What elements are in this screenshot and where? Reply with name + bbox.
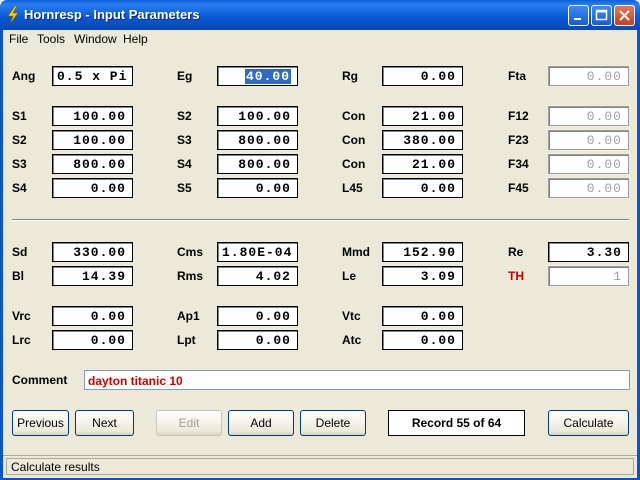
f23-label: F23: [508, 133, 529, 147]
vtc-field[interactable]: 0.00: [382, 306, 463, 326]
vtc-label: Vtc: [342, 309, 361, 323]
ang-field[interactable]: 0.5 x Pi: [52, 66, 133, 86]
l45-field[interactable]: 0.00: [382, 178, 463, 198]
s1-field[interactable]: 100.00: [52, 106, 133, 126]
title-bar: Hornresp - Input Parameters: [0, 0, 640, 30]
lightning-icon: [7, 6, 19, 24]
f45-field: 0.00: [548, 178, 629, 198]
eg-field[interactable]: 40.00: [217, 66, 298, 86]
window-title: Hornresp - Input Parameters: [24, 7, 200, 22]
maximize-button[interactable]: [591, 5, 612, 26]
rms-label: Rms: [177, 269, 204, 283]
s5-field[interactable]: 0.00: [217, 178, 298, 198]
rms-field[interactable]: 4.02: [217, 266, 298, 286]
con3-field[interactable]: 21.00: [382, 154, 463, 174]
f34-field: 0.00: [548, 154, 629, 174]
mmd-field[interactable]: 152.90: [382, 242, 463, 262]
eg-value: 40.00: [244, 69, 291, 84]
th-label: TH: [508, 269, 524, 283]
s2b-label: S2: [12, 133, 27, 147]
comment-field[interactable]: dayton titanic 10: [84, 370, 630, 390]
s3b-label: S3: [12, 157, 27, 171]
record-indicator: Record 55 of 64: [388, 410, 525, 436]
atc-field[interactable]: 0.00: [382, 330, 463, 350]
le-label: Le: [342, 269, 357, 283]
fta-label: Fta: [508, 69, 526, 83]
lpt-label: Lpt: [177, 333, 196, 347]
s2-label: S2: [177, 109, 192, 123]
con1-label: Con: [342, 109, 366, 123]
close-button[interactable]: [614, 5, 635, 26]
atc-label: Atc: [342, 333, 362, 347]
s1-label: S1: [12, 109, 27, 123]
minimize-icon: [574, 18, 581, 20]
menu-window[interactable]: Window: [74, 32, 117, 46]
status-bar: Calculate results: [3, 455, 637, 478]
s4b-field[interactable]: 0.00: [52, 178, 133, 198]
menu-tools[interactable]: Tools: [37, 32, 65, 46]
delete-button[interactable]: Delete: [300, 410, 366, 436]
s3-label: S3: [177, 133, 192, 147]
bl-label: Bl: [12, 269, 24, 283]
bl-field[interactable]: 14.39: [52, 266, 133, 286]
close-icon: [619, 10, 630, 21]
fta-field: 0.00: [548, 66, 629, 86]
previous-button[interactable]: Previous: [12, 410, 69, 436]
menu-bar: File Tools Window Help: [3, 30, 637, 48]
rg-field[interactable]: 0.00: [382, 66, 463, 86]
s5-label: S5: [177, 181, 192, 195]
maximize-icon: [595, 9, 608, 21]
l45-label: L45: [342, 181, 363, 195]
s4-label: S4: [177, 157, 192, 171]
cms-field[interactable]: 1.80E-04: [217, 242, 298, 262]
f34-label: F34: [508, 157, 529, 171]
lrc-label: Lrc: [12, 333, 31, 347]
s4-field[interactable]: 800.00: [217, 154, 298, 174]
f12-label: F12: [508, 109, 529, 123]
re-label: Re: [508, 245, 524, 259]
add-button[interactable]: Add: [228, 410, 294, 436]
sd-label: Sd: [12, 245, 28, 259]
ap1-label: Ap1: [177, 309, 200, 323]
vrc-label: Vrc: [12, 309, 31, 323]
lrc-field[interactable]: 0.00: [52, 330, 133, 350]
ap1-field[interactable]: 0.00: [217, 306, 298, 326]
con2-label: Con: [342, 133, 366, 147]
con3-label: Con: [342, 157, 366, 171]
s4b-label: S4: [12, 181, 27, 195]
vrc-field[interactable]: 0.00: [52, 306, 133, 326]
f45-label: F45: [508, 181, 529, 195]
edit-button: Edit: [156, 410, 222, 436]
lpt-field[interactable]: 0.00: [217, 330, 298, 350]
re-field[interactable]: 3.30: [548, 242, 629, 262]
ang-label: Ang: [12, 69, 36, 83]
f12-field: 0.00: [548, 106, 629, 126]
calculate-button[interactable]: Calculate: [548, 410, 629, 436]
minimize-button[interactable]: [568, 5, 589, 26]
mmd-label: Mmd: [342, 245, 370, 259]
s3b-field[interactable]: 800.00: [52, 154, 133, 174]
s2b-field[interactable]: 100.00: [52, 130, 133, 150]
menu-help[interactable]: Help: [123, 32, 148, 46]
le-field[interactable]: 3.09: [382, 266, 463, 286]
menu-file[interactable]: File: [9, 32, 28, 46]
th-field: 1: [548, 266, 629, 286]
con2-field[interactable]: 380.00: [382, 130, 463, 150]
comment-label: Comment: [12, 373, 68, 387]
con1-field[interactable]: 21.00: [382, 106, 463, 126]
next-button[interactable]: Next: [75, 410, 134, 436]
sd-field[interactable]: 330.00: [52, 242, 133, 262]
f23-field: 0.00: [548, 130, 629, 150]
s2-field[interactable]: 100.00: [217, 106, 298, 126]
rg-label: Rg: [342, 69, 358, 83]
s3-field[interactable]: 800.00: [217, 130, 298, 150]
section-divider: [12, 219, 629, 221]
cms-label: Cms: [177, 245, 204, 259]
eg-label: Eg: [177, 69, 193, 83]
status-text: Calculate results: [6, 458, 634, 475]
